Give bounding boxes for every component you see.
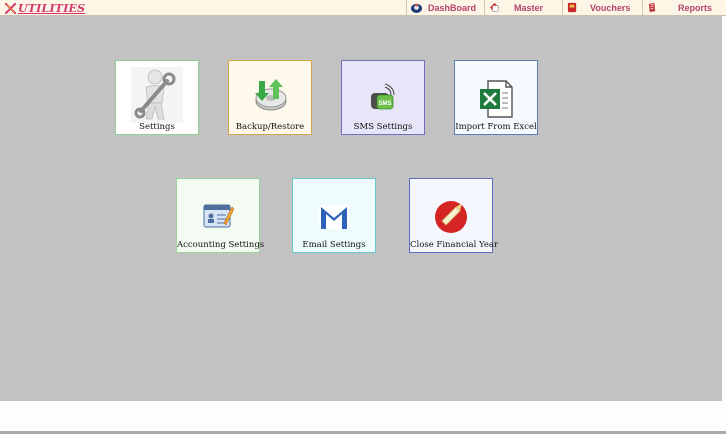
nav-master-label: Master (514, 2, 544, 13)
tile-settings-label: Settings (139, 122, 175, 132)
tile-close-financial-year-label: Close Financial Year (410, 240, 499, 250)
nav-dashboard-label: DashBoard (428, 2, 477, 13)
tile-accounting-settings[interactable]: Accounting Settings (176, 178, 265, 253)
email-icon (319, 205, 349, 229)
top-bar: UTILITIES DashBoard Master Vouchers Repo… (0, 0, 726, 16)
tile-email-settings[interactable]: Email Settings (292, 178, 376, 253)
svg-text:SMS: SMS (378, 101, 391, 107)
utilities-x-icon (5, 2, 16, 14)
tile-import-excel[interactable]: Import From Excel (454, 60, 538, 135)
tile-settings[interactable]: Settings (115, 60, 199, 135)
tile-accounting-settings-label: Accounting Settings (177, 240, 265, 250)
tile-backup-restore-label: Backup/Restore (235, 122, 305, 132)
close-year-icon (435, 201, 467, 233)
tile-sms-settings[interactable]: SMS SMS Settings (341, 60, 425, 135)
nav-master[interactable]: Master (484, 0, 562, 15)
backup-restore-icon (255, 79, 287, 111)
page-title: UTILITIES (18, 1, 86, 15)
nav-vouchers[interactable]: Vouchers (562, 0, 642, 15)
tile-backup-restore[interactable]: Backup/Restore (228, 60, 312, 135)
excel-icon (480, 80, 513, 118)
tile-email-settings-label: Email Settings (302, 240, 366, 250)
dashboard-icon (411, 3, 422, 13)
nav-dashboard[interactable]: DashBoard (406, 0, 484, 15)
right-edge (722, 16, 726, 401)
nav-vouchers-label: Vouchers (590, 2, 631, 13)
accounting-card-icon (203, 204, 234, 228)
wrench-person-icon (131, 67, 183, 123)
vouchers-icon (567, 2, 577, 13)
nav-reports-label: Reports (678, 2, 713, 13)
page-title-group: UTILITIES (5, 1, 85, 15)
tile-import-excel-label: Import From Excel (455, 122, 537, 132)
footer (0, 401, 726, 434)
tile-sms-settings-label: SMS Settings (353, 122, 413, 132)
sms-icon: SMS (371, 83, 395, 110)
master-icon (489, 2, 500, 13)
nav-reports[interactable]: Reports (642, 0, 722, 15)
tile-close-financial-year[interactable]: Close Financial Year (409, 178, 499, 253)
reports-icon (648, 2, 656, 13)
